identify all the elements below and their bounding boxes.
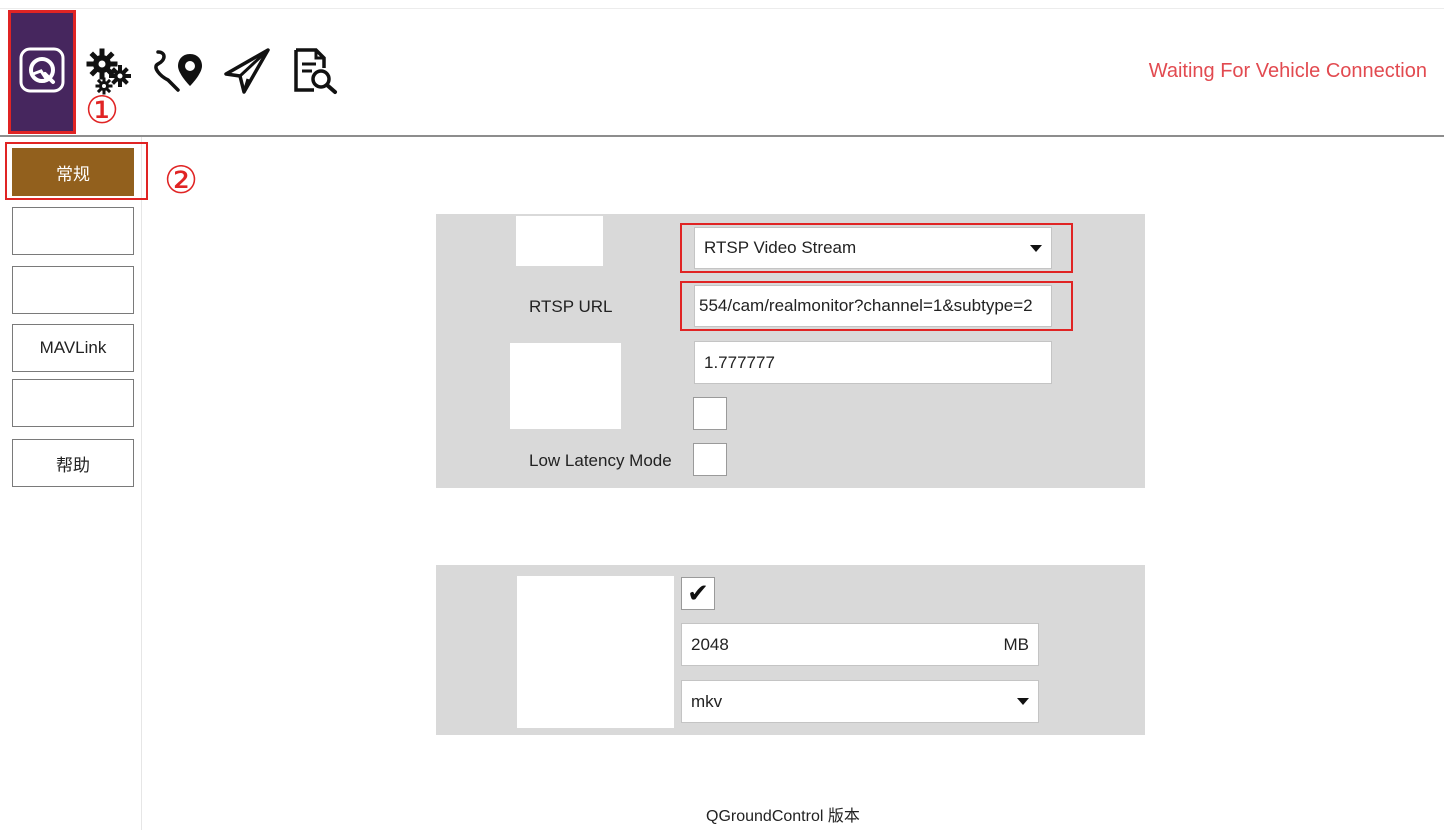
rtsp-url-highlight-frame (680, 281, 1073, 331)
fly-paper-plane-icon[interactable] (222, 46, 272, 96)
file-format-value: mkv (691, 691, 723, 711)
low-latency-label: Low Latency Mode (529, 451, 672, 470)
auto-delete-checkbox[interactable]: ✔ (681, 577, 715, 610)
app-logo-icon (19, 47, 65, 98)
low-latency-checkbox[interactable] (693, 443, 727, 476)
max-storage-value: 2048 (691, 634, 729, 654)
checkmark-icon: ✔ (687, 578, 709, 609)
max-storage-unit: MB (1003, 634, 1030, 654)
max-storage-input[interactable]: 2048 MB (681, 623, 1039, 666)
sidebar-item-2[interactable] (12, 207, 134, 255)
chevron-down-icon (1017, 698, 1029, 705)
analyze-document-icon[interactable] (290, 46, 340, 96)
video-source-label-area (516, 216, 603, 266)
video-option-checkbox[interactable] (693, 397, 727, 430)
file-format-select[interactable]: mkv (681, 680, 1039, 723)
plan-route-icon[interactable] (154, 46, 204, 96)
version-label: QGroundControl 版本 (706, 808, 860, 825)
rtsp-url-label: RTSP URL (529, 297, 613, 316)
video-source-highlight-frame (680, 223, 1073, 273)
callout-marker-2: ② (163, 158, 199, 202)
recording-labels-area (517, 576, 674, 728)
sidebar-item-general[interactable]: 常规 (12, 148, 134, 196)
aspect-ratio-value: 1.777777 (704, 352, 775, 372)
vehicle-connection-status: Waiting For Vehicle Connection (1148, 60, 1427, 82)
sidebar-item-3[interactable] (12, 266, 134, 314)
toolbar-top-divider (0, 8, 1444, 9)
aspect-ratio-label-area (510, 343, 621, 429)
toolbar-bottom-divider (0, 135, 1444, 137)
callout-marker-1: ① (84, 88, 120, 132)
app-logo-button[interactable] (8, 10, 76, 134)
sidebar-item-5[interactable] (12, 379, 134, 427)
sidebar-item-help[interactable]: 帮助 (12, 439, 134, 487)
aspect-ratio-input[interactable]: 1.777777 (694, 341, 1052, 384)
sidebar-item-mavlink[interactable]: MAVLink (12, 324, 134, 372)
